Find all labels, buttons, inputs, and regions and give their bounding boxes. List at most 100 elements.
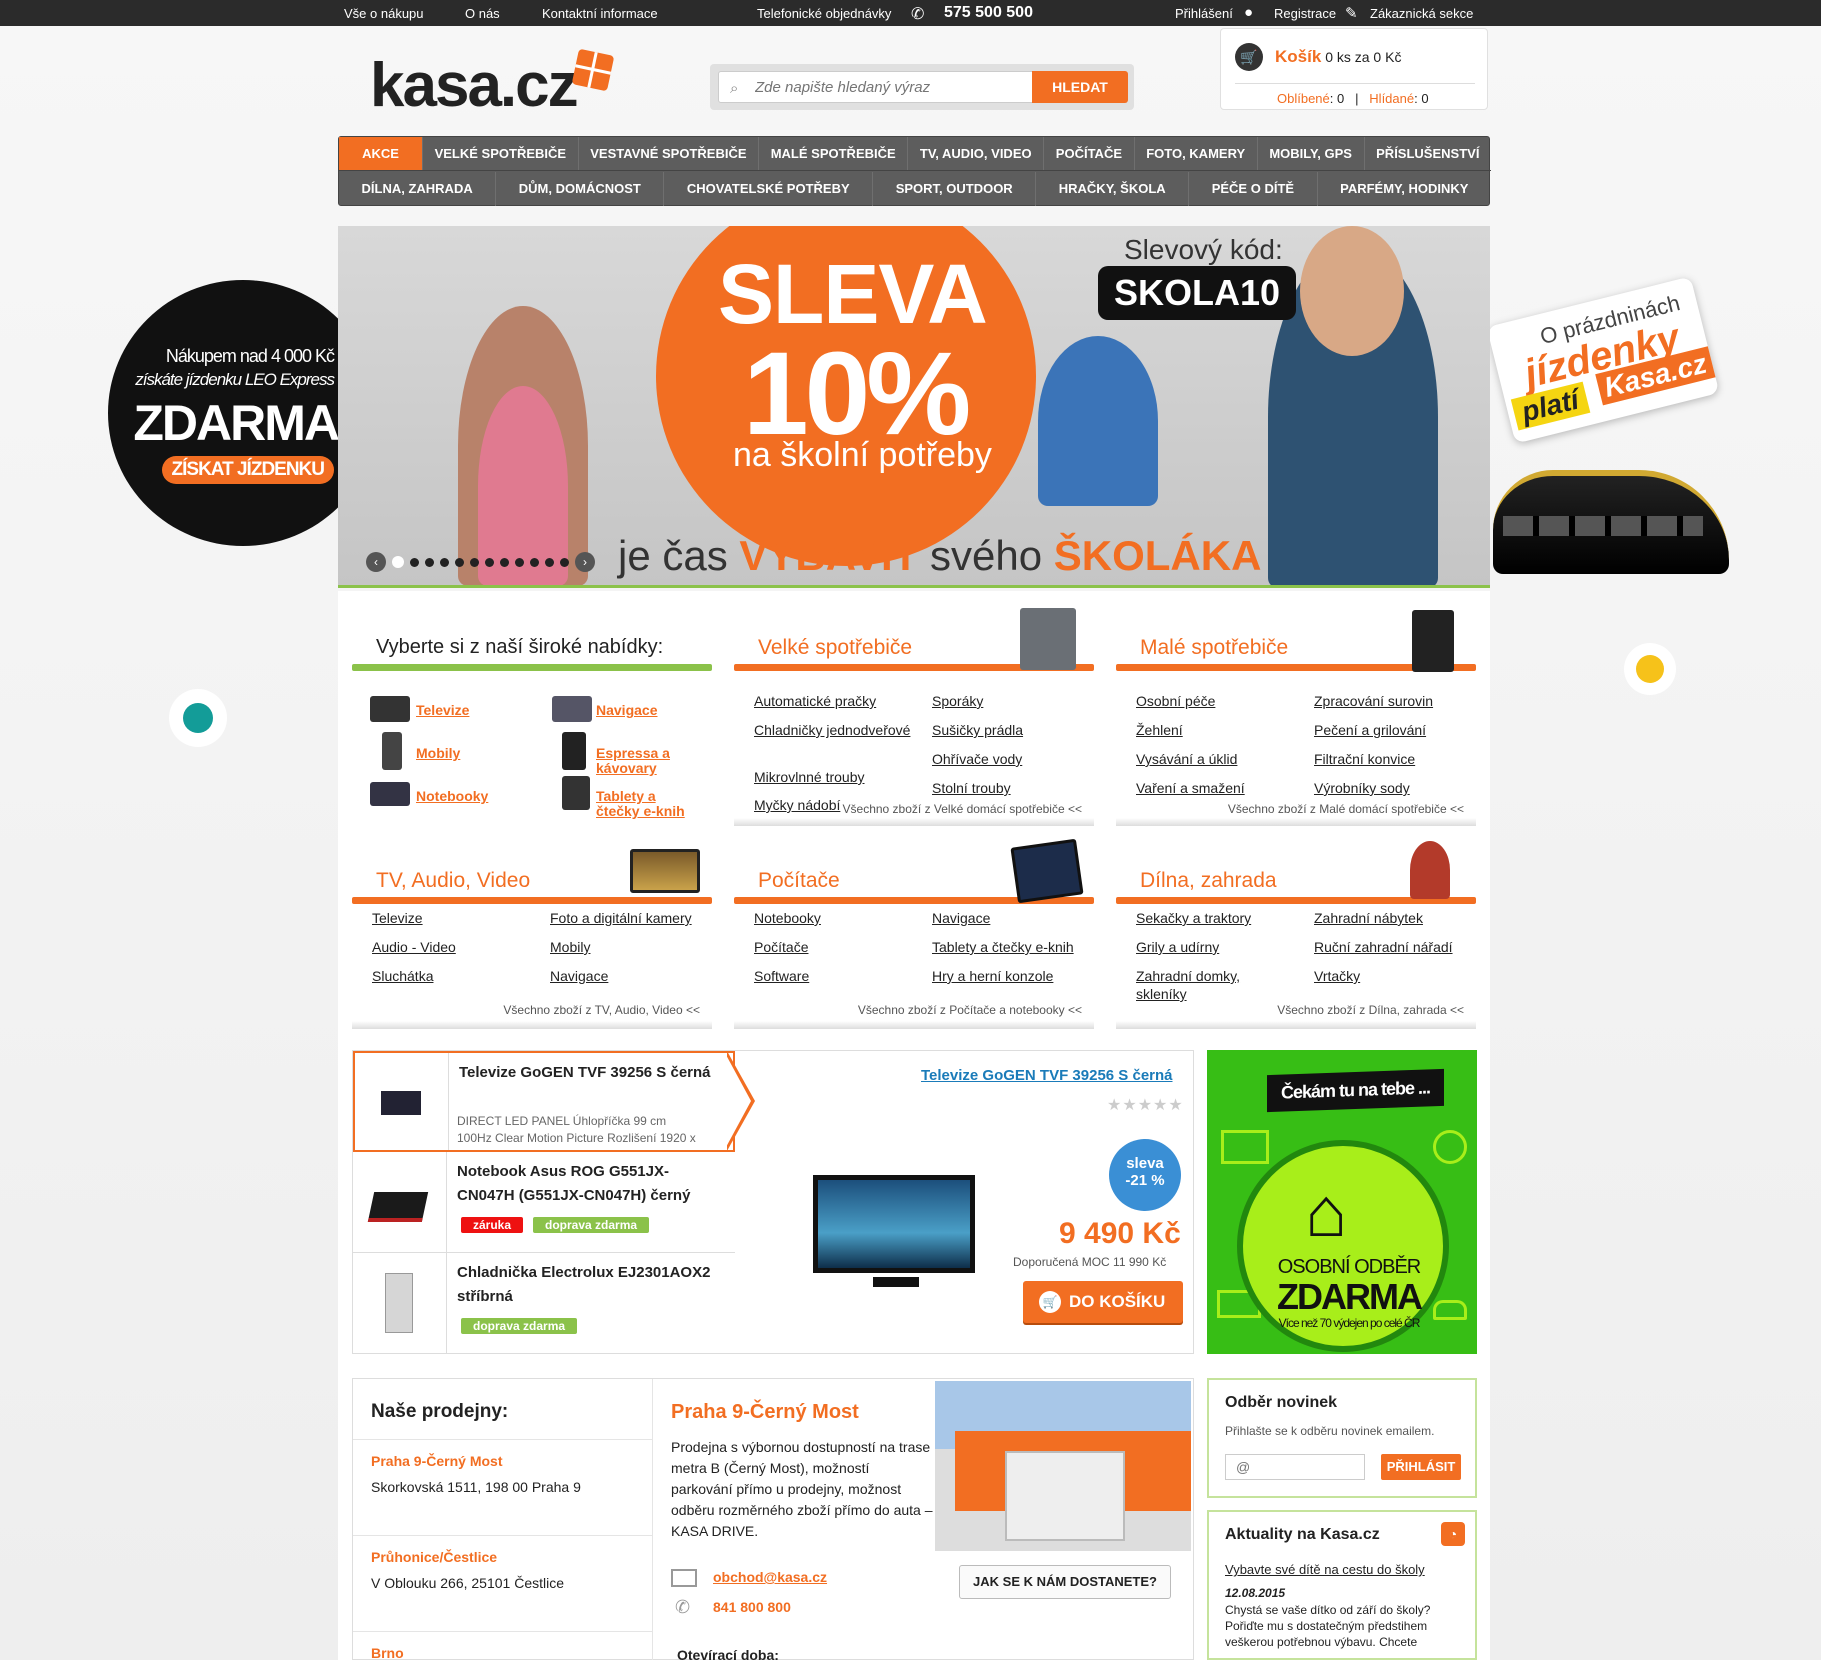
category-all-link[interactable]: Všechno zboží z Dílna, zahrada << [1277, 1003, 1464, 1017]
login-link[interactable]: Přihlášení [1175, 6, 1233, 21]
nav-pece-o-dite[interactable]: PÉČE O DÍTĚ [1189, 172, 1318, 206]
cat-link[interactable]: Stolní trouby [932, 779, 1011, 797]
category-title[interactable]: Dílna, zahrada [1140, 869, 1277, 893]
slider-dot[interactable] [392, 556, 404, 568]
cat-link[interactable]: Vrtačky [1314, 967, 1360, 985]
slider-dot[interactable] [455, 557, 464, 567]
add-to-cart-button[interactable]: 🛒 DO KOŠÍKU [1023, 1281, 1183, 1323]
slider-dot[interactable] [530, 557, 539, 567]
offer-navigace[interactable]: Navigace [596, 703, 657, 718]
category-all-link[interactable]: Všechno zboží z Malé domácí spotřebiče <… [1228, 802, 1464, 816]
nav-dum-domacnost[interactable]: DŮM, DOMÁCNOST [496, 172, 665, 206]
cat-link[interactable]: Vysávání a úklid [1136, 750, 1237, 768]
slider-dot[interactable] [515, 557, 524, 567]
nav-vestavne-spotrebice[interactable]: VESTAVNÉ SPOTŘEBIČE [579, 137, 760, 170]
nav-mobily-gps[interactable]: MOBILY, GPS [1258, 137, 1365, 170]
link-o-nas[interactable]: O nás [465, 6, 500, 21]
slider-dot[interactable] [485, 557, 494, 567]
cat-link[interactable]: Sušičky prádla [932, 721, 1023, 739]
nav-akce[interactable]: AKCE [339, 137, 423, 170]
cat-link[interactable]: Foto a digitální kamery [550, 909, 692, 927]
cat-link[interactable]: Mobily [550, 938, 590, 956]
cat-link[interactable]: Tablety a čtečky e-knih [932, 938, 1074, 956]
cart-summary[interactable]: Košík 0 ks za 0 Kč [1275, 47, 1401, 67]
nav-prislusenstvi[interactable]: PŘÍSLUŠENSTVÍ [1365, 137, 1491, 170]
register-link[interactable]: Registrace [1274, 6, 1336, 21]
cat-link[interactable]: Ruční zahradní nářadí [1314, 938, 1453, 956]
cat-link[interactable]: Zahradní nábytek [1314, 909, 1423, 927]
category-all-link[interactable]: Všechno zboží z Velké domácí spotřebiče … [843, 802, 1082, 816]
cat-link[interactable]: Televize [372, 909, 423, 927]
cat-link[interactable]: Osobní péče [1136, 692, 1215, 710]
search-input[interactable] [718, 71, 1044, 103]
slider-prev-icon[interactable]: ‹ [366, 552, 386, 572]
cat-link[interactable]: Sporáky [932, 692, 983, 710]
news-link[interactable]: Vybavte své dítě na cestu do školy [1225, 1562, 1425, 1577]
search-button[interactable]: HLEDAT [1032, 71, 1128, 103]
link-vse-o-nakupu[interactable]: Vše o nákupu [344, 6, 424, 21]
nav-pocitace[interactable]: POČÍTAČE [1044, 137, 1135, 170]
cat-link[interactable]: Sekačky a traktory [1136, 909, 1251, 927]
cat-link[interactable]: Chladničky jednodveřové [754, 721, 910, 739]
nav-sport-outdoor[interactable]: SPORT, OUTDOOR [873, 172, 1037, 206]
slider-next-icon[interactable]: › [575, 552, 595, 572]
cat-link[interactable]: Zahradní domky, skleníky [1136, 967, 1266, 1003]
store-name[interactable]: Brno [371, 1645, 404, 1660]
slider-dot[interactable] [410, 557, 419, 567]
rss-icon[interactable]: ◔ [1441, 1522, 1465, 1546]
product-item[interactable]: Chladnička Electrolux EJ2301AOX2 stříbrná… [353, 1253, 735, 1354]
store-email[interactable]: obchod@kasa.cz [713, 1569, 827, 1585]
slider-dot[interactable] [560, 557, 569, 567]
cart-icon[interactable]: 🛒 [1235, 43, 1263, 71]
cat-link[interactable]: Navigace [550, 967, 608, 985]
nav-male-spotrebice[interactable]: MALÉ SPOTŘEBIČE [759, 137, 909, 170]
cat-link[interactable]: Software [754, 967, 809, 985]
directions-button[interactable]: JAK SE K NÁM DOSTANETE? [959, 1565, 1171, 1599]
watched-link[interactable]: Hlídané [1369, 91, 1414, 106]
slider-dot[interactable] [545, 557, 554, 567]
category-all-link[interactable]: Všechno zboží z Počítače a notebooky << [858, 1003, 1082, 1017]
store-name[interactable]: Praha 9-Černý Most [371, 1453, 502, 1469]
cat-link[interactable]: Sluchátka [372, 967, 433, 985]
category-all-link[interactable]: Všechno zboží z TV, Audio, Video << [503, 1003, 700, 1017]
cat-link[interactable]: Filtrační konvice [1314, 750, 1415, 768]
nav-foto-kamery[interactable]: FOTO, KAMERY [1135, 137, 1258, 170]
cat-link[interactable]: Hry a herní konzole [932, 967, 1053, 985]
nav-parfemy-hodinky[interactable]: PARFÉMY, HODINKY [1318, 172, 1491, 206]
favorites-link[interactable]: Oblíbené [1277, 91, 1330, 106]
product-item[interactable]: Notebook Asus ROG G551JX- CN047H (G551JX-… [353, 1152, 735, 1253]
newsletter-email-input[interactable] [1225, 1454, 1365, 1480]
link-kontakt[interactable]: Kontaktní informace [542, 6, 658, 21]
offer-televize[interactable]: Televize [416, 703, 469, 718]
nav-velke-spotrebice[interactable]: VELKÉ SPOTŘEBIČE [423, 137, 579, 170]
offer-espressa[interactable]: Espressa a kávovary [596, 746, 686, 776]
cat-link[interactable]: Notebooky [754, 909, 821, 927]
featured-title[interactable]: Televize GoGEN TVF 39256 S černá [921, 1067, 1173, 1084]
cat-link[interactable]: Audio - Video [372, 938, 456, 956]
offer-mobily[interactable]: Mobily [416, 746, 460, 761]
nav-tv-audio-video[interactable]: TV, AUDIO, VIDEO [908, 137, 1045, 170]
nav-chovatelske-potreby[interactable]: CHOVATELSKÉ POTŘEBY [664, 172, 874, 206]
cat-link[interactable]: Navigace [932, 909, 990, 927]
cat-link[interactable]: Pečení a grilování [1314, 721, 1426, 739]
category-title[interactable]: Velké spotřebiče [758, 636, 912, 660]
pickup-ad[interactable]: Čekám tu na tebe ... ⌂ OSOBNÍ ODBĚR ZDAR… [1207, 1050, 1477, 1354]
get-ticket-button[interactable]: ZÍSKAT JÍZDENKU [161, 456, 334, 484]
subscribe-button[interactable]: PŘIHLÁSIT [1381, 1454, 1461, 1480]
slider-dot[interactable] [500, 557, 509, 567]
cat-link[interactable]: Myčky nádobí [754, 796, 840, 814]
nav-dilna-zahrada[interactable]: DÍLNA, ZAHRADA [339, 172, 497, 206]
cat-link[interactable]: Počítače [754, 938, 808, 956]
logo[interactable]: kasa.cz [370, 50, 579, 121]
cat-link[interactable]: Automatické pračky [754, 692, 876, 710]
slider-dot[interactable] [470, 557, 479, 567]
category-title[interactable]: Počítače [758, 869, 840, 893]
category-title[interactable]: Malé spotřebiče [1140, 636, 1288, 660]
cat-link[interactable]: Mikrovlnné trouby [754, 768, 865, 786]
slider-dot[interactable] [440, 557, 449, 567]
nav-hracky-skola[interactable]: HRAČKY, ŠKOLA [1036, 172, 1190, 206]
slider-dot[interactable] [425, 557, 434, 567]
store-name[interactable]: Průhonice/Čestlice [371, 1549, 497, 1565]
offer-tablety[interactable]: Tablety a čtečky e-knih [596, 789, 696, 819]
category-title[interactable]: TV, Audio, Video [376, 869, 530, 893]
